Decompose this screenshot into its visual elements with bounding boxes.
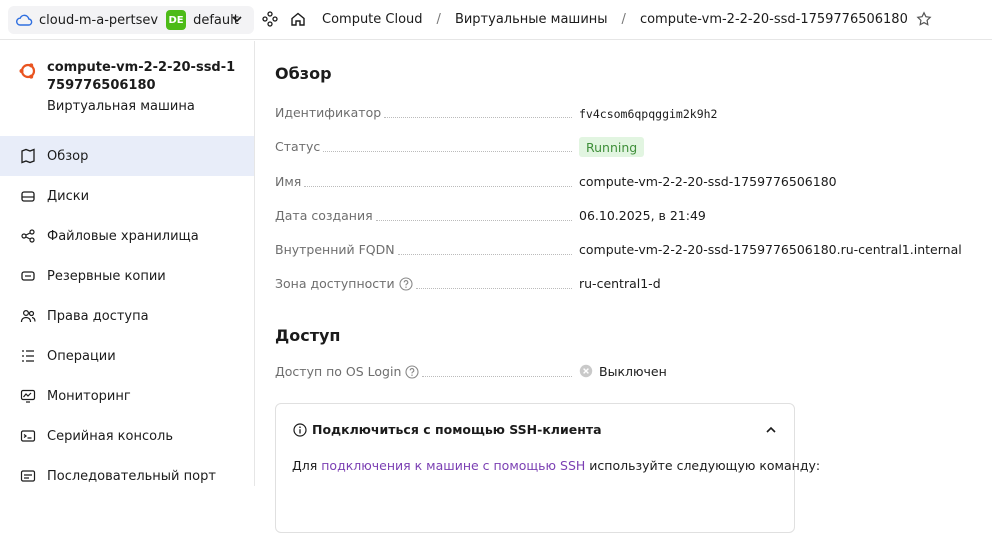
overview-icon xyxy=(20,148,36,164)
info-icon xyxy=(293,422,307,437)
services-icon[interactable] xyxy=(262,11,278,27)
breadcrumb-compute-cloud[interactable]: Compute Cloud xyxy=(322,12,423,27)
breadcrumb-separator: / xyxy=(621,11,626,27)
sidebar-item-serial-console[interactable]: Серийная консоль xyxy=(0,416,254,456)
backup-icon xyxy=(20,268,36,284)
help-icon[interactable] xyxy=(405,364,419,379)
field-label: Имя xyxy=(275,174,575,189)
sidebar-item-label: Диски xyxy=(47,188,90,204)
monitoring-icon xyxy=(20,388,36,404)
breadcrumb-current-vm: compute-vm-2-2-20-ssd-1759776506180 xyxy=(639,11,908,27)
sidebar-item-file-storage[interactable]: Файловые хранилища xyxy=(0,216,254,256)
sidebar-item-label: Резервные копии xyxy=(47,268,166,284)
field-row-status: Статус Running xyxy=(275,137,975,157)
sidebar-item-label: Последовательный порт xyxy=(47,468,216,484)
field-value-zone: ru-central1-d xyxy=(579,276,661,291)
cloud-name: cloud-m-a-pertsev xyxy=(39,12,159,28)
serial-port-icon xyxy=(20,468,36,484)
field-row-created: Дата создания 06.10.2025, в 21:49 xyxy=(275,206,975,226)
ubuntu-icon xyxy=(18,61,38,81)
field-row-os-login: Доступ по OS Login Выключен xyxy=(275,362,975,382)
chevron-up-icon[interactable] xyxy=(764,423,778,437)
status-badge: Running xyxy=(579,137,645,157)
field-row-name: Имя compute-vm-2-2-20-ssd-1759776506180 xyxy=(275,172,975,192)
field-label: Внутренний FQDN xyxy=(275,242,575,257)
top-bar: cloud-m-a-pertsev DE default Compute Clo… xyxy=(0,0,992,40)
field-value-name[interactable]: compute-vm-2-2-20-ssd-1759776506180 xyxy=(579,174,837,189)
file-storage-icon xyxy=(20,228,36,244)
sidebar-item-access-rights[interactable]: Права доступа xyxy=(0,296,254,336)
field-row-zone: Зона доступности ru-central1-d xyxy=(275,274,975,294)
sidebar-item-overview[interactable]: Обзор xyxy=(0,136,254,176)
ssh-card-title: Подключиться с помощью SSH-клиента xyxy=(312,422,602,437)
field-value-id[interactable]: fv4csom6qpqggim2k9h2 xyxy=(579,107,717,121)
breadcrumb-virtual-machines[interactable]: Виртуальные машины xyxy=(455,12,608,27)
field-value-created: 06.10.2025, в 21:49 xyxy=(579,208,706,223)
sidebar: compute-vm-2-2-20-ssd-1759776506180 Вирт… xyxy=(0,41,255,486)
field-row-fqdn: Внутренний FQDN compute-vm-2-2-20-ssd-17… xyxy=(275,240,975,260)
chevron-down-icon[interactable] xyxy=(230,12,244,26)
sidebar-item-label: Серийная консоль xyxy=(47,428,174,444)
serial-console-icon xyxy=(20,428,36,444)
field-label: Дата создания xyxy=(275,208,575,223)
sidebar-nav: Обзор Диски Файловые хранилища Резервные… xyxy=(0,136,254,496)
star-icon[interactable] xyxy=(916,11,932,27)
home-icon[interactable] xyxy=(290,11,306,27)
sidebar-item-backups[interactable]: Резервные копии xyxy=(0,256,254,296)
sidebar-item-monitoring[interactable]: Мониторинг xyxy=(0,376,254,416)
breadcrumb-separator: / xyxy=(436,11,441,27)
folder-badge: DE xyxy=(166,10,187,30)
help-icon[interactable] xyxy=(399,276,413,291)
sidebar-item-label: Операции xyxy=(47,348,116,364)
cloud-icon xyxy=(15,11,33,29)
ssh-connect-card: Подключиться с помощью SSH-клиента Для п… xyxy=(275,403,820,533)
field-value-os-login: Выключен xyxy=(579,364,667,379)
sidebar-item-label: Обзор xyxy=(47,148,89,164)
sidebar-item-label: Файловые хранилища xyxy=(47,228,199,244)
disk-icon xyxy=(20,188,36,204)
operations-icon xyxy=(20,348,36,364)
section-title-access: Доступ xyxy=(275,326,341,345)
sidebar-item-label: Права доступа xyxy=(47,308,149,324)
disabled-icon xyxy=(579,364,593,378)
ssh-card-text: Для подключения к машине с помощью SSH и… xyxy=(292,458,821,473)
access-rights-icon xyxy=(20,308,36,324)
field-row-id: Идентификатор fv4csom6qpqggim2k9h2 xyxy=(275,103,975,123)
field-label: Доступ по OS Login xyxy=(275,364,575,379)
ssh-card-header[interactable]: Подключиться с помощью SSH-клиента xyxy=(293,422,602,437)
field-label: Идентификатор xyxy=(275,105,575,120)
field-value-fqdn[interactable]: compute-vm-2-2-20-ssd-1759776506180.ru-c… xyxy=(579,242,962,257)
sidebar-item-operations[interactable]: Операции xyxy=(0,336,254,376)
sidebar-item-serial-port[interactable]: Последовательный порт xyxy=(0,456,254,496)
field-label: Зона доступности xyxy=(275,276,575,291)
field-label: Статус xyxy=(275,139,575,154)
cloud-folder-selector[interactable]: cloud-m-a-pertsev DE default xyxy=(8,6,254,34)
sidebar-item-disks[interactable]: Диски xyxy=(0,176,254,216)
resource-title: compute-vm-2-2-20-ssd-1759776506180 xyxy=(47,60,236,93)
breadcrumb: Compute Cloud / Виртуальные машины / com… xyxy=(322,11,932,27)
ssh-docs-link[interactable]: подключения к машине с помощью SSH xyxy=(321,458,585,473)
sidebar-item-label: Мониторинг xyxy=(47,388,131,404)
resource-subtitle: Виртуальная машина xyxy=(47,99,195,114)
section-title-overview: Обзор xyxy=(275,64,332,83)
